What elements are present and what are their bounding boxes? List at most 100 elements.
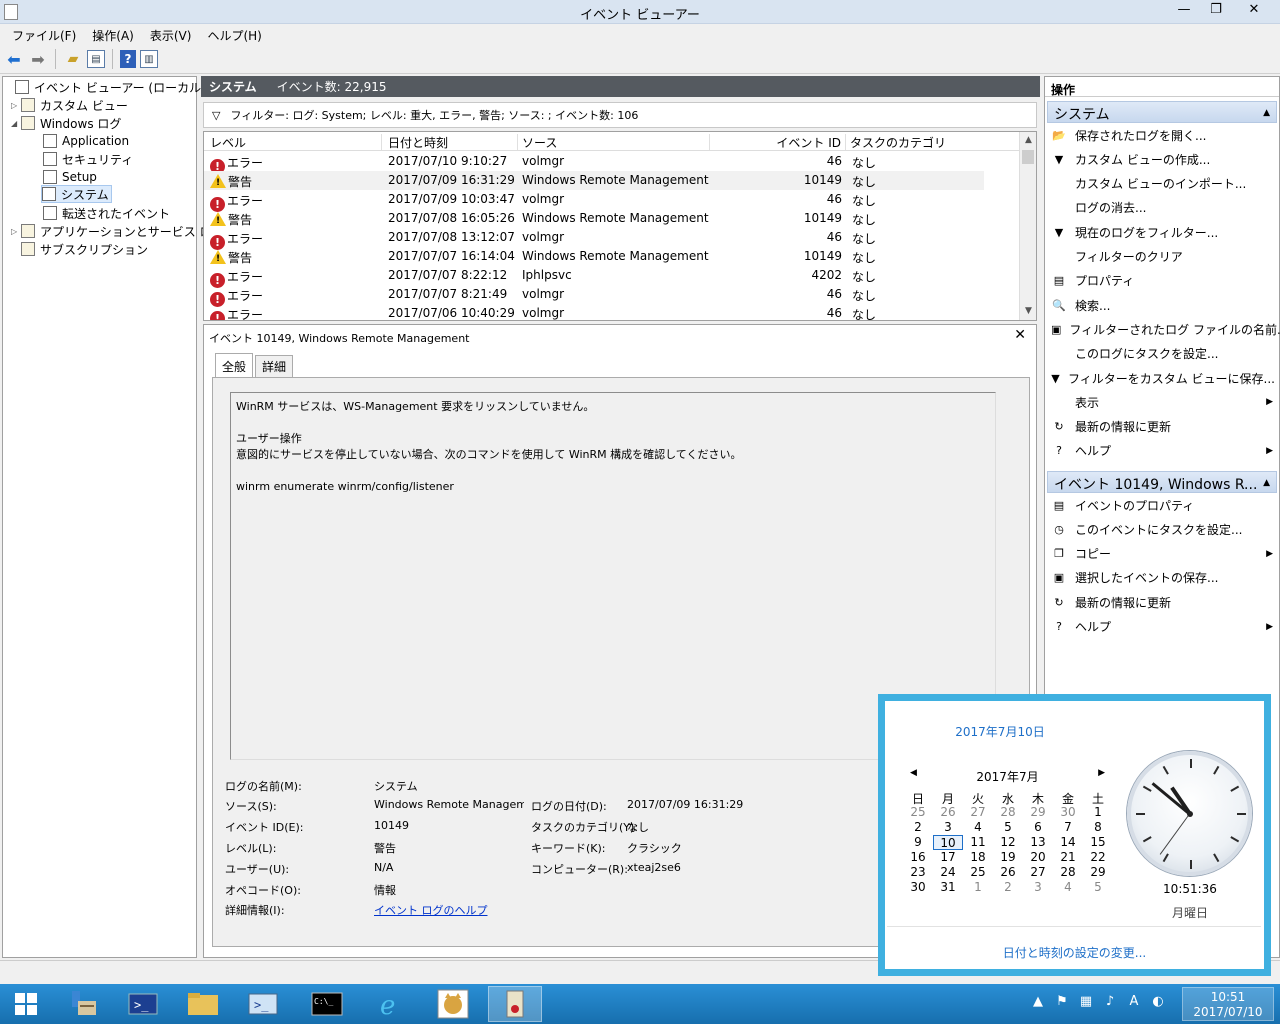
- calendar-day[interactable]: 2: [903, 820, 933, 835]
- command-prompt-icon[interactable]: C:\_: [300, 986, 354, 1022]
- volume-icon[interactable]: ♪: [1102, 994, 1118, 1009]
- maximize-button[interactable]: ❐: [1200, 0, 1232, 20]
- calendar-day[interactable]: 16: [903, 850, 933, 865]
- table-row[interactable]: ! エラー 2017/07/07 8:21:49 volmgr 46 なし: [204, 285, 984, 307]
- next-month-icon[interactable]: ▶: [1098, 768, 1105, 778]
- column-level[interactable]: レベル: [206, 134, 382, 150]
- action-item[interactable]: ? ヘルプ ▶: [1051, 617, 1275, 637]
- scroll-thumb[interactable]: [1022, 150, 1034, 164]
- calendar-day[interactable]: 12: [993, 835, 1023, 850]
- calendar-day[interactable]: 13: [1023, 835, 1053, 850]
- calendar-day[interactable]: 20: [1023, 850, 1053, 865]
- calendar-day[interactable]: 9: [903, 835, 933, 850]
- column-source[interactable]: ソース: [518, 134, 710, 150]
- table-row[interactable]: ! エラー 2017/07/09 10:03:47 volmgr 46 なし: [204, 190, 984, 212]
- table-row[interactable]: ! 警告 2017/07/09 16:31:29 Windows Remote Man…: [204, 171, 984, 190]
- action-item[interactable]: ↻ 最新の情報に更新: [1051, 417, 1275, 437]
- action-pane-icon[interactable]: ▥: [140, 50, 158, 68]
- calendar-day[interactable]: 17: [933, 850, 963, 865]
- powershell-ise-icon[interactable]: >_: [236, 986, 290, 1022]
- action-item[interactable]: 📂 保存されたログを開く...: [1051, 125, 1275, 145]
- action-item[interactable]: ログの消去...: [1051, 198, 1275, 218]
- change-date-time-link[interactable]: 日付と時刻の設定の変更...: [885, 944, 1264, 961]
- tree-item-forwarded-events[interactable]: 転送されたイベント: [43, 204, 170, 222]
- collapse-icon[interactable]: ▲: [1263, 478, 1270, 488]
- event-log-help-link[interactable]: イベント ログのヘルプ: [374, 902, 488, 918]
- calendar-day[interactable]: 7: [1053, 820, 1083, 835]
- forward-icon[interactable]: ➡: [28, 49, 48, 69]
- tomcat-icon[interactable]: [426, 986, 480, 1022]
- calendar-day[interactable]: 8: [1083, 820, 1113, 835]
- calendar-day[interactable]: 24: [933, 865, 963, 880]
- expand-icon[interactable]: ▷: [11, 101, 21, 110]
- ime-mode-icon[interactable]: A: [1126, 994, 1142, 1009]
- action-item[interactable]: ◷ このイベントにタスクを設定...: [1051, 519, 1275, 539]
- action-item[interactable]: ▼ カスタム ビューの作成...: [1051, 149, 1275, 169]
- file-explorer-icon[interactable]: [176, 986, 230, 1022]
- action-item[interactable]: ▣ フィルターされたログ ファイルの名前...: [1051, 319, 1280, 339]
- event-viewer-icon[interactable]: [488, 986, 542, 1022]
- close-icon[interactable]: ✕: [1014, 327, 1026, 343]
- scroll-up-icon[interactable]: ▲: [1020, 132, 1036, 149]
- tree-item-application[interactable]: Application: [43, 132, 129, 150]
- calendar-day[interactable]: 31: [933, 880, 963, 895]
- minimize-button[interactable]: —: [1168, 0, 1200, 20]
- action-item[interactable]: フィルターのクリア: [1051, 247, 1275, 267]
- calendar-day[interactable]: 28: [993, 805, 1023, 820]
- powershell-icon[interactable]: >_: [116, 986, 170, 1022]
- close-button[interactable]: ✕: [1232, 0, 1276, 20]
- scroll-down-icon[interactable]: ▼: [1020, 303, 1036, 320]
- menu-file[interactable]: ファイル(F): [4, 24, 84, 45]
- internet-explorer-icon[interactable]: e: [364, 986, 418, 1022]
- table-row[interactable]: ! エラー 2017/07/10 9:10:27 volmgr 46 なし: [204, 152, 984, 174]
- calendar-day[interactable]: 29: [1023, 805, 1053, 820]
- calendar-day[interactable]: 1: [1083, 805, 1113, 820]
- column-date[interactable]: 日付と時刻: [384, 134, 518, 150]
- calendar-day[interactable]: 4: [963, 820, 993, 835]
- calendar-day[interactable]: 27: [1023, 865, 1053, 880]
- action-item[interactable]: ▤ プロパティ: [1051, 271, 1275, 291]
- network-icon[interactable]: ▦: [1078, 994, 1094, 1009]
- calendar-day[interactable]: 15: [1083, 835, 1113, 850]
- console-tree-icon[interactable]: ▤: [87, 50, 105, 68]
- calendar-day[interactable]: 26: [933, 805, 963, 820]
- action-item[interactable]: 表示 ▶: [1051, 392, 1275, 412]
- calendar-day[interactable]: 19: [993, 850, 1023, 865]
- action-item[interactable]: ↻ 最新の情報に更新: [1051, 592, 1275, 612]
- help-icon[interactable]: ?: [120, 50, 136, 68]
- menu-view[interactable]: 表示(V): [142, 24, 200, 45]
- action-item[interactable]: ▣ 選択したイベントの保存...: [1051, 568, 1275, 588]
- calendar-day[interactable]: 1: [963, 880, 993, 895]
- table-row[interactable]: ! 警告 2017/07/08 16:05:26 Windows Remote Man…: [204, 209, 984, 228]
- tab-details[interactable]: 詳細: [255, 355, 294, 379]
- calendar-day[interactable]: 25: [963, 865, 993, 880]
- long-date[interactable]: 2017年7月10日: [885, 723, 1115, 740]
- calendar-day[interactable]: 14: [1053, 835, 1083, 850]
- section-event[interactable]: イベント 10149, Windows R... ▲: [1047, 471, 1277, 493]
- action-item[interactable]: ? ヘルプ ▶: [1051, 441, 1275, 461]
- ime-icon[interactable]: ◐: [1150, 994, 1166, 1009]
- calendar-day[interactable]: 6: [1023, 820, 1053, 835]
- taskbar-clock[interactable]: 10:51 2017/07/10: [1182, 987, 1274, 1021]
- table-row[interactable]: ! エラー 2017/07/07 8:22:12 Iphlpsvc 4202 なし: [204, 266, 984, 288]
- calendar-day[interactable]: 2: [993, 880, 1023, 895]
- calendar-day[interactable]: 11: [963, 835, 993, 850]
- action-item[interactable]: ▤ イベントのプロパティ: [1051, 495, 1275, 515]
- tree-subscriptions[interactable]: サブスクリプション: [21, 240, 148, 258]
- tree-item-setup[interactable]: Setup: [43, 168, 97, 186]
- action-item[interactable]: ▼ フィルターをカスタム ビューに保存...: [1051, 368, 1275, 388]
- tree-custom-views[interactable]: ▷ カスタム ビュー: [11, 96, 128, 114]
- column-task[interactable]: タスクのカテゴリ: [846, 134, 1020, 150]
- column-event-id[interactable]: イベント ID: [710, 134, 846, 150]
- table-row[interactable]: ! エラー 2017/07/08 13:12:07 volmgr 46 なし: [204, 228, 984, 250]
- calendar-day[interactable]: 28: [1053, 865, 1083, 880]
- back-icon[interactable]: ⬅: [4, 49, 24, 69]
- calendar-day[interactable]: 4: [1053, 880, 1083, 895]
- calendar-day[interactable]: 30: [903, 880, 933, 895]
- calendar-day[interactable]: 5: [1083, 880, 1113, 895]
- action-item[interactable]: 🔍 検索...: [1051, 295, 1275, 315]
- action-item[interactable]: ❐ コピー ▶: [1051, 544, 1275, 564]
- table-row[interactable]: ! エラー 2017/07/06 10:40:29 volmgr 46 なし: [204, 304, 984, 320]
- calendar-day[interactable]: 29: [1083, 865, 1113, 880]
- calendar-day[interactable]: 25: [903, 805, 933, 820]
